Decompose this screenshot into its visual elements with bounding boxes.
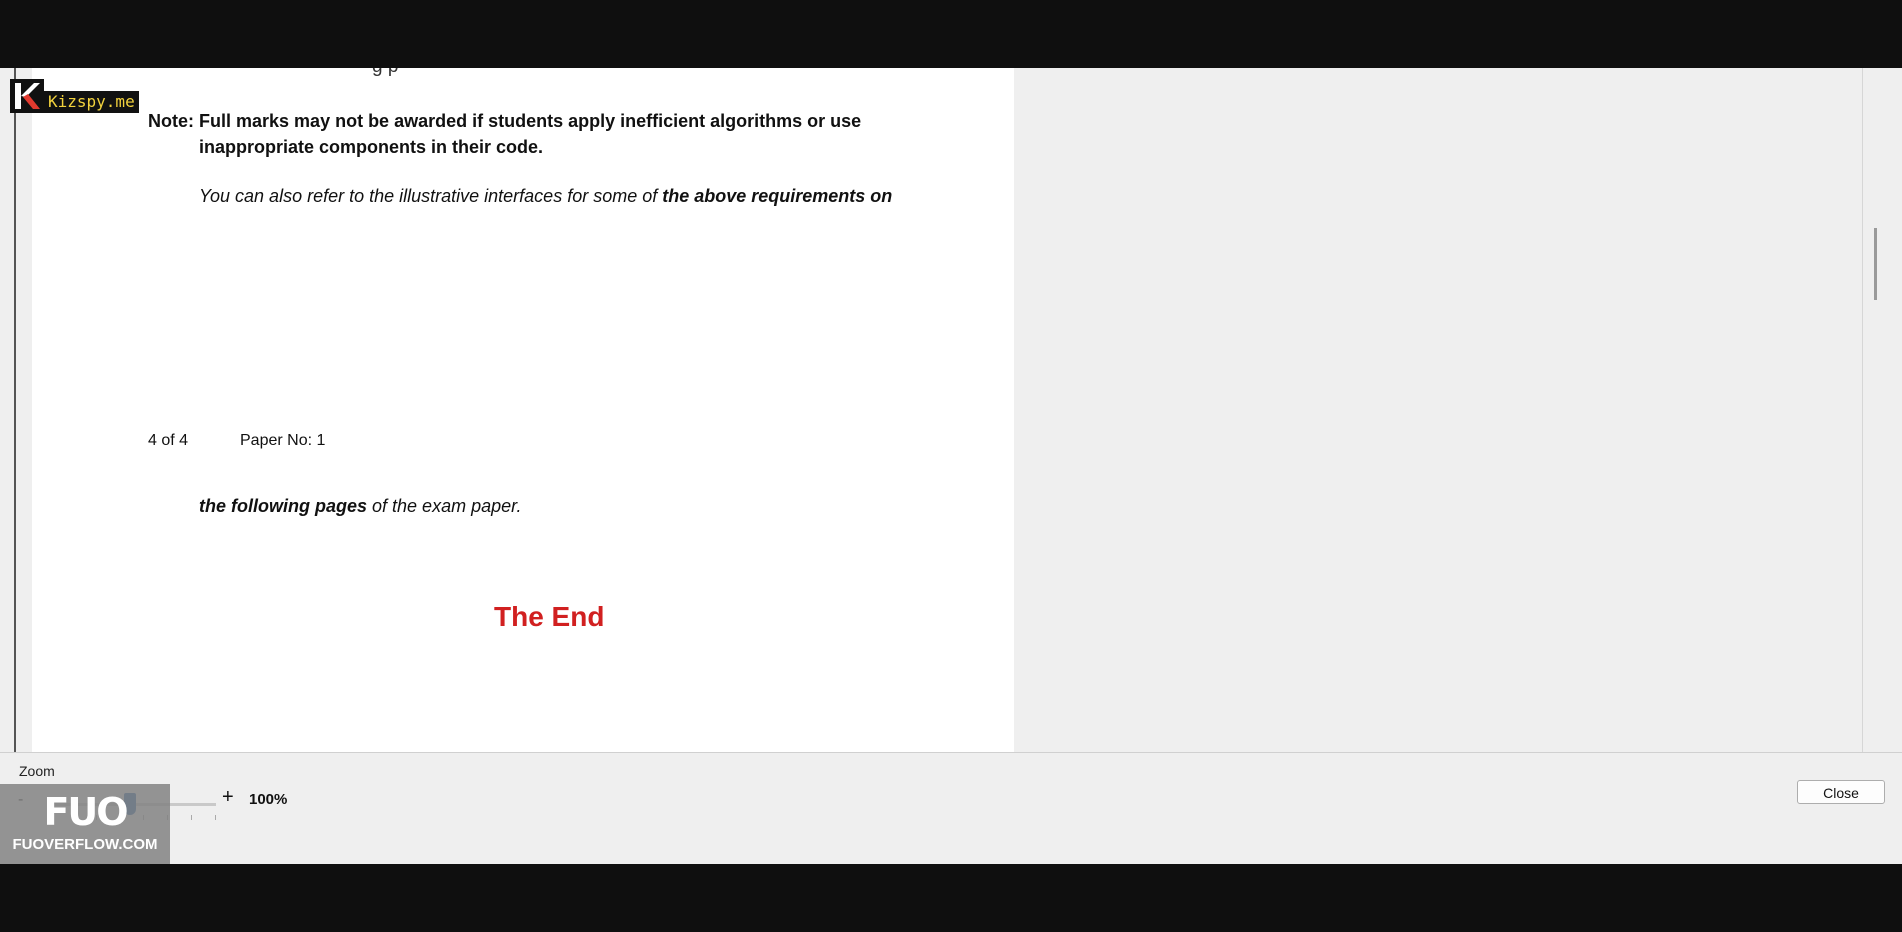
fuo-logo: FUO xyxy=(43,790,128,834)
fuo-site-label: FUOVERFLOW.COM xyxy=(12,836,158,853)
note-line-2: inappropriate components in their code. xyxy=(199,137,544,157)
zoom-label: Zoom xyxy=(19,763,55,779)
fuoverflow-watermark: FUO FUOVERFLOW.COM xyxy=(0,784,170,864)
kizspy-watermark: Kizspy.me xyxy=(10,79,139,113)
following-bold: the following pages xyxy=(199,496,368,516)
refer-paragraph: You can also refer to the illustrative i… xyxy=(199,186,892,207)
partially-visible-line: g p xyxy=(372,68,398,78)
zoom-toolbar: Zoom - + 100% Close xyxy=(0,752,1902,864)
page-number: 4 of 4 xyxy=(148,432,189,449)
note-paragraph: Note: Full marks may not be awarded if s… xyxy=(148,108,861,160)
right-divider xyxy=(1862,68,1863,752)
following-paragraph: the following pages of the exam paper. xyxy=(199,496,521,517)
exam-viewer-window: g p Note: Full marks may not be awarded … xyxy=(0,68,1902,864)
left-divider xyxy=(14,68,16,752)
kizspy-label: Kizspy.me xyxy=(44,91,139,113)
note-line-1: Full marks may not be awarded if student… xyxy=(199,111,862,131)
refer-bold: the above requirements on xyxy=(662,186,893,206)
document-page: g p Note: Full marks may not be awarded … xyxy=(32,68,1014,752)
zoom-percentage: 100% xyxy=(249,791,288,808)
vertical-scrollbar-thumb[interactable] xyxy=(1874,228,1877,300)
zoom-in-button[interactable]: + xyxy=(222,786,234,809)
the-end-heading: The End xyxy=(494,601,605,632)
refer-text: You can also refer to the illustrative i… xyxy=(199,186,663,206)
close-button[interactable]: Close xyxy=(1797,780,1885,804)
k-logo-icon xyxy=(10,79,44,113)
following-text: of the exam paper. xyxy=(367,496,522,516)
paper-number: Paper No: 1 xyxy=(240,432,326,449)
note-label: Note: xyxy=(148,111,194,131)
